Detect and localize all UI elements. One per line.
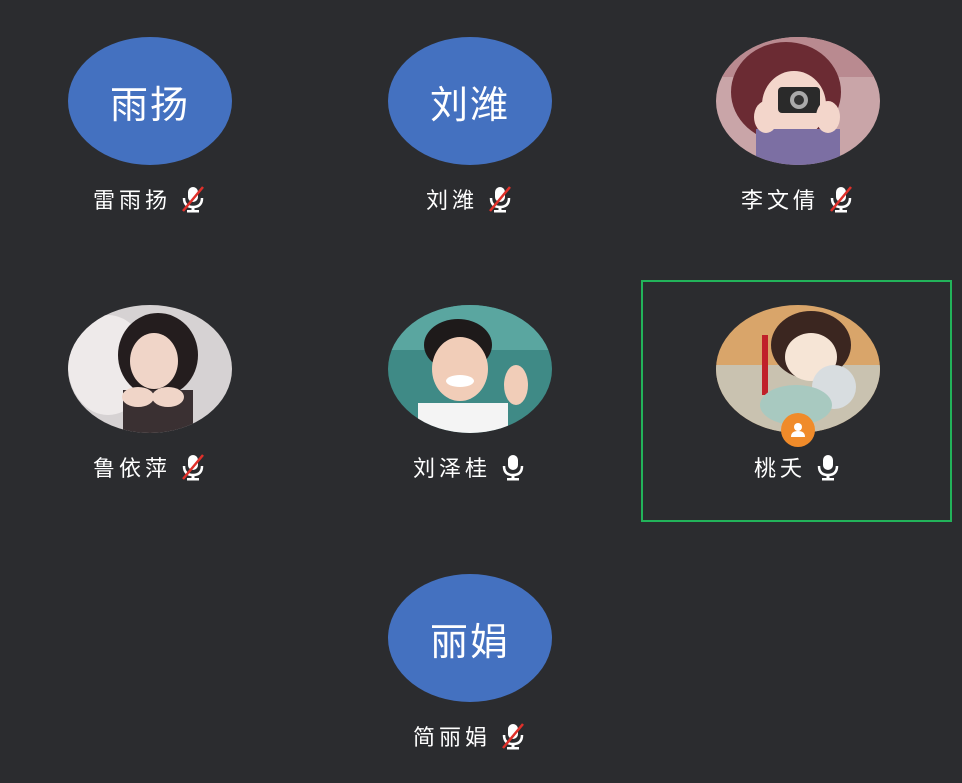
- participant-tile-5[interactable]: 刘泽桂: [320, 268, 620, 498]
- mic-icon[interactable]: [499, 452, 527, 482]
- participant-name: 简丽娟: [412, 726, 491, 751]
- mic-muted-icon[interactable]: [179, 452, 207, 482]
- mic-muted-icon[interactable]: [486, 184, 514, 214]
- avatar: 雨扬: [68, 37, 232, 165]
- participant-tile-7[interactable]: 丽娟 简丽娟: [320, 537, 620, 767]
- meeting-participants-grid: 雨扬 雷雨扬 刘潍 刘潍 李文倩 鲁依萍 刘泽桂 桃夭 丽娟 简丽娟: [0, 0, 962, 783]
- participant-name: 刘潍: [425, 189, 478, 214]
- mic-muted-icon[interactable]: [179, 184, 207, 214]
- participant-tile-1[interactable]: 雨扬 雷雨扬: [0, 0, 300, 230]
- mic-muted-icon[interactable]: [499, 721, 527, 751]
- avatar: 丽娟: [388, 574, 552, 702]
- participant-name: 鲁依萍: [92, 457, 171, 482]
- avatar: 刘潍: [388, 37, 552, 165]
- participant-tile-3[interactable]: 李文倩: [648, 0, 948, 230]
- avatar: [716, 37, 880, 165]
- active-speaker-highlight: [641, 280, 952, 522]
- participant-name: 李文倩: [740, 189, 819, 214]
- avatar: [68, 305, 232, 433]
- participant-tile-4[interactable]: 鲁依萍: [0, 268, 300, 498]
- avatar: [388, 305, 552, 433]
- participant-name: 刘泽桂: [412, 457, 491, 482]
- participant-name: 雷雨扬: [92, 189, 171, 214]
- mic-muted-icon[interactable]: [827, 184, 855, 214]
- participant-tile-2[interactable]: 刘潍 刘潍: [320, 0, 620, 230]
